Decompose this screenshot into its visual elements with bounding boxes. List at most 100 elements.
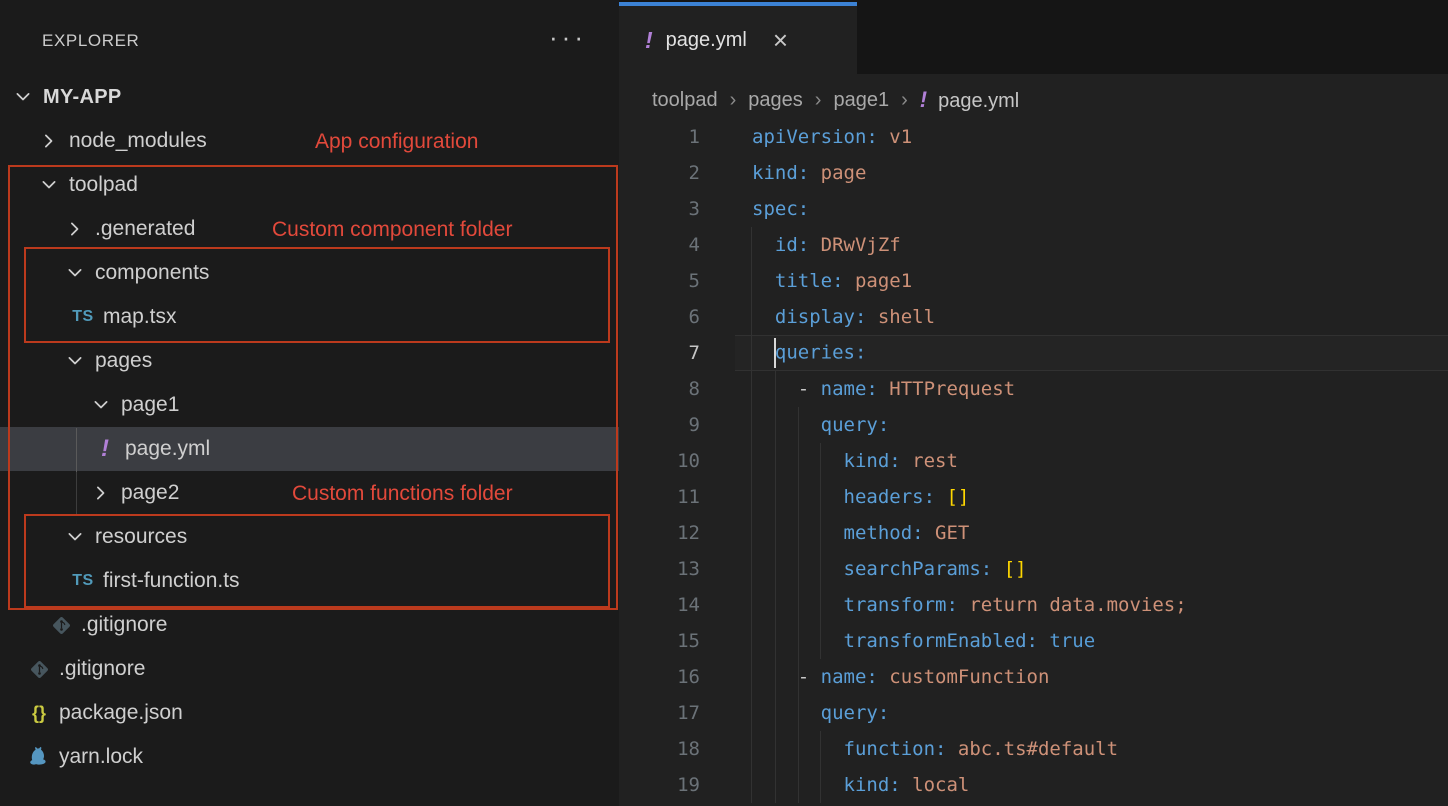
chevron-down-icon[interactable] bbox=[64, 350, 86, 372]
code-line-15[interactable]: 15 transformEnabled: true bbox=[619, 623, 1448, 659]
code-line-13[interactable]: 13 searchParams: [] bbox=[619, 551, 1448, 587]
line-number: 8 bbox=[619, 378, 700, 400]
tree-item-label: toolpad bbox=[69, 173, 138, 197]
tree-item-node-modules[interactable]: node_modules bbox=[0, 119, 619, 163]
chevron-right-icon[interactable] bbox=[64, 218, 86, 240]
typescript-icon: TS bbox=[70, 572, 96, 590]
code-line-7[interactable]: 7 queries: bbox=[619, 335, 1448, 371]
code-line-6[interactable]: 6 display: shell bbox=[619, 299, 1448, 335]
tree-item-label: components bbox=[95, 261, 209, 285]
explorer-title: EXPLORER bbox=[42, 31, 139, 51]
code-line-2[interactable]: 2kind: page bbox=[619, 155, 1448, 191]
code-line-text: query: bbox=[700, 414, 889, 436]
tree-item-label: page2 bbox=[121, 481, 179, 505]
tree-item-page1[interactable]: page1 bbox=[0, 383, 619, 427]
yarn-icon bbox=[26, 745, 52, 769]
chevron-down-icon[interactable] bbox=[38, 174, 60, 196]
code-line-text: id: DRwVjZf bbox=[700, 234, 901, 256]
close-icon[interactable]: × bbox=[773, 30, 788, 50]
code-line-8[interactable]: 8 - name: HTTPrequest bbox=[619, 371, 1448, 407]
tab-page-yml[interactable]: ! page.yml × bbox=[619, 2, 857, 74]
breadcrumb-separator-icon: › bbox=[815, 89, 822, 112]
tree-item--generated[interactable]: .generated bbox=[0, 207, 619, 251]
tree-indent-guide bbox=[76, 472, 77, 516]
breadcrumb-item-pages[interactable]: pages bbox=[748, 89, 803, 112]
git-icon bbox=[48, 614, 74, 637]
line-number: 13 bbox=[619, 558, 700, 580]
chevron-down-icon[interactable] bbox=[64, 262, 86, 284]
line-number: 19 bbox=[619, 774, 700, 796]
breadcrumb-separator-icon: › bbox=[730, 89, 737, 112]
tree-item-label: .gitignore bbox=[81, 613, 167, 637]
tree-item-package-json[interactable]: {}package.json bbox=[0, 691, 619, 735]
line-number: 18 bbox=[619, 738, 700, 760]
breadcrumb: toolpad › pages › page1 › !page.yml bbox=[652, 84, 1019, 116]
tree-item-map-tsx[interactable]: TSmap.tsx bbox=[0, 295, 619, 339]
tree-item-toolpad[interactable]: toolpad bbox=[0, 163, 619, 207]
line-number: 11 bbox=[619, 486, 700, 508]
line-number: 5 bbox=[619, 270, 700, 292]
tree-item-page-yml[interactable]: !page.yml bbox=[0, 427, 619, 471]
chevron-down-icon[interactable] bbox=[90, 394, 112, 416]
code-line-text: title: page1 bbox=[700, 270, 912, 292]
chevron-down-icon[interactable] bbox=[12, 86, 34, 108]
breadcrumb-item-page-yml[interactable]: !page.yml bbox=[920, 87, 1019, 113]
tree-item-resources[interactable]: resources bbox=[0, 515, 619, 559]
chevron-right-icon[interactable] bbox=[90, 482, 112, 504]
code-line-10[interactable]: 10 kind: rest bbox=[619, 443, 1448, 479]
code-line-16[interactable]: 16 - name: customFunction bbox=[619, 659, 1448, 695]
code-line-19[interactable]: 19 kind: local bbox=[619, 767, 1448, 803]
tab-label: page.yml bbox=[666, 29, 747, 52]
editor-pane: ! page.yml × toolpad›pages›page1›!page.y… bbox=[619, 0, 1448, 806]
line-number: 6 bbox=[619, 306, 700, 328]
tree-item-yarn-lock[interactable]: yarn.lock bbox=[0, 735, 619, 779]
tree-item-label: .gitignore bbox=[59, 657, 145, 681]
line-number: 1 bbox=[619, 126, 700, 148]
tree-indent-guide bbox=[76, 428, 77, 472]
code-line-5[interactable]: 5 title: page1 bbox=[619, 263, 1448, 299]
explorer-sidebar: EXPLORER ··· MY-APPnode_modulestoolpad .g… bbox=[0, 0, 619, 806]
code-line-text: - name: HTTPrequest bbox=[700, 378, 1015, 400]
warning-icon: ! bbox=[645, 27, 653, 54]
tree-item--gitignore[interactable]: .gitignore bbox=[0, 647, 619, 691]
git-icon bbox=[26, 658, 52, 681]
line-number: 3 bbox=[619, 198, 700, 220]
line-number: 16 bbox=[619, 666, 700, 688]
code-line-1[interactable]: 1apiVersion: v1 bbox=[619, 119, 1448, 155]
code-line-18[interactable]: 18 function: abc.ts#default bbox=[619, 731, 1448, 767]
code-line-3[interactable]: 3spec: bbox=[619, 191, 1448, 227]
tree-item-pages[interactable]: pages bbox=[0, 339, 619, 383]
warning-icon: ! bbox=[92, 438, 118, 460]
line-number: 17 bbox=[619, 702, 700, 724]
chevron-right-icon[interactable] bbox=[38, 130, 60, 152]
tree-item-my-app[interactable]: MY-APP bbox=[0, 75, 619, 119]
code-line-text: kind: local bbox=[700, 774, 969, 796]
code-line-text: - name: customFunction bbox=[700, 666, 1049, 688]
tree-item-label: pages bbox=[95, 349, 152, 373]
typescript-icon: TS bbox=[70, 308, 96, 326]
chevron-down-icon[interactable] bbox=[64, 526, 86, 548]
code-line-text: function: abc.ts#default bbox=[700, 738, 1118, 760]
tree-item-first-function-ts[interactable]: TSfirst-function.ts bbox=[0, 559, 619, 603]
code-line-text: searchParams: [] bbox=[700, 558, 1027, 580]
code-line-17[interactable]: 17 query: bbox=[619, 695, 1448, 731]
tree-item-components[interactable]: components bbox=[0, 251, 619, 295]
code-line-text: spec: bbox=[700, 198, 809, 220]
tree-item--gitignore[interactable]: .gitignore bbox=[0, 603, 619, 647]
code-line-14[interactable]: 14 transform: return data.movies; bbox=[619, 587, 1448, 623]
tree-item-label: resources bbox=[95, 525, 187, 549]
line-number: 9 bbox=[619, 414, 700, 436]
breadcrumb-item-toolpad[interactable]: toolpad bbox=[652, 89, 718, 112]
breadcrumb-separator-icon: › bbox=[901, 89, 908, 112]
code-line-text: method: GET bbox=[700, 522, 969, 544]
code-area[interactable]: 1apiVersion: v12kind: page3spec:4 id: DR… bbox=[619, 119, 1448, 803]
line-number: 15 bbox=[619, 630, 700, 652]
breadcrumb-item-page1[interactable]: page1 bbox=[833, 89, 889, 112]
code-line-9[interactable]: 9 query: bbox=[619, 407, 1448, 443]
more-actions-icon[interactable]: ··· bbox=[549, 24, 587, 50]
tree-item-page2[interactable]: page2 bbox=[0, 471, 619, 515]
code-line-11[interactable]: 11 headers: [] bbox=[619, 479, 1448, 515]
code-line-12[interactable]: 12 method: GET bbox=[619, 515, 1448, 551]
json-icon: {} bbox=[26, 703, 52, 724]
code-line-4[interactable]: 4 id: DRwVjZf bbox=[619, 227, 1448, 263]
